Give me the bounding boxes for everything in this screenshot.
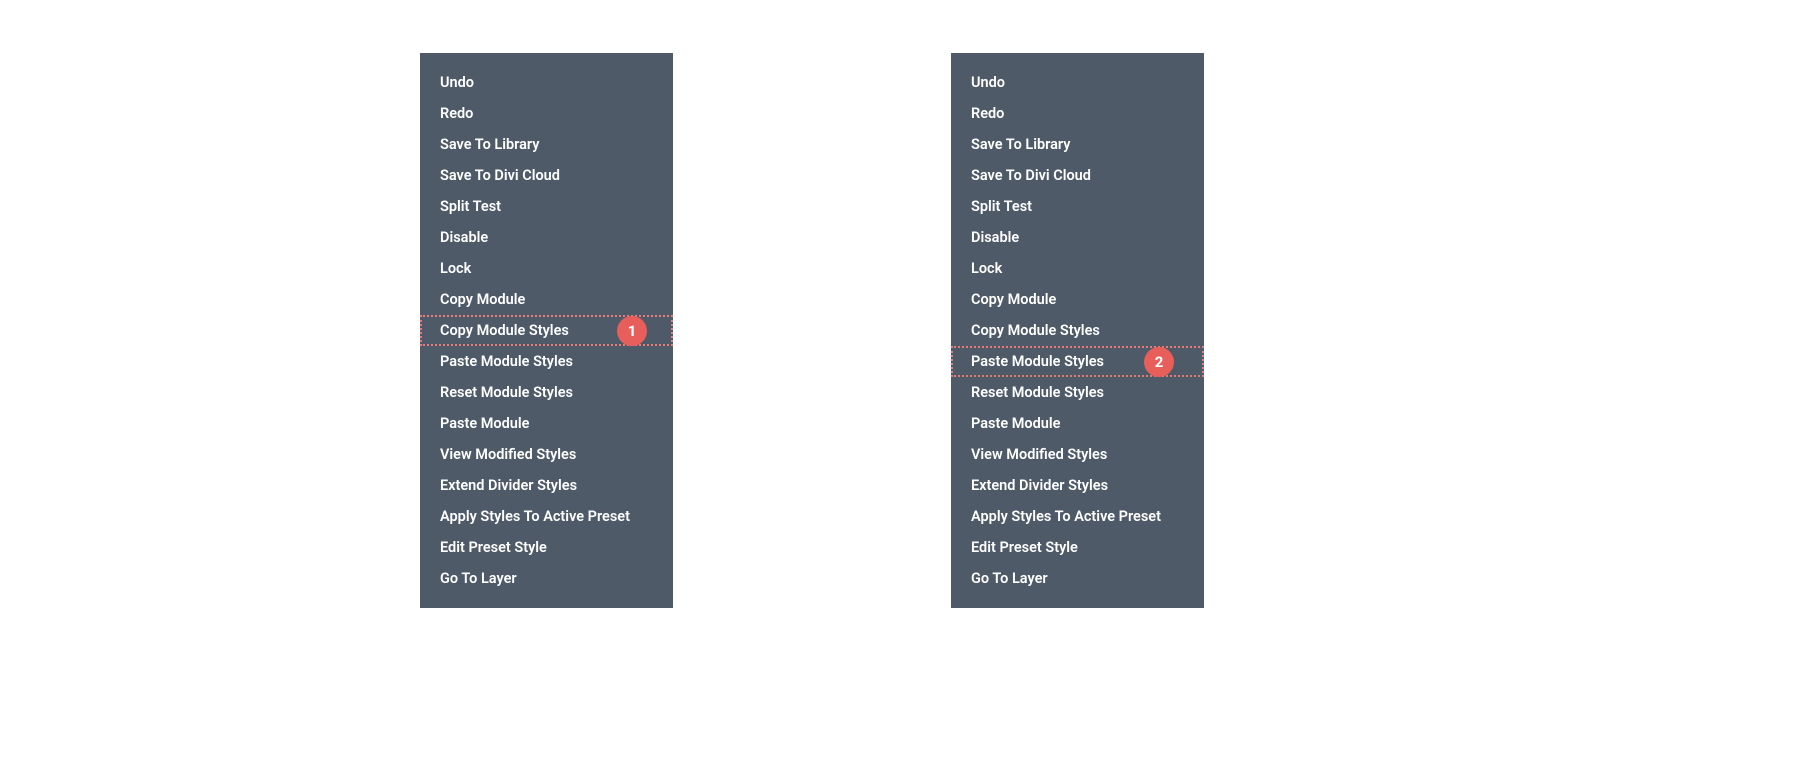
- menu-item-redo[interactable]: Redo: [951, 98, 1204, 129]
- menu-item-label: Disable: [440, 229, 488, 246]
- menu-item-disable[interactable]: Disable: [951, 222, 1204, 253]
- context-menu-right: Undo Redo Save To Library Save To Divi C…: [951, 53, 1204, 608]
- menu-item-label: Paste Module Styles: [971, 353, 1104, 370]
- menu-item-copy-module[interactable]: Copy Module: [951, 284, 1204, 315]
- menu-item-view-modified-styles[interactable]: View Modified Styles: [951, 439, 1204, 470]
- menu-item-apply-styles-active-preset[interactable]: Apply Styles To Active Preset: [951, 501, 1204, 532]
- menu-item-label: Save To Divi Cloud: [971, 167, 1091, 184]
- step-badge-2: 2: [1144, 347, 1174, 377]
- menu-item-lock[interactable]: Lock: [420, 253, 673, 284]
- menu-item-label: Apply Styles To Active Preset: [440, 508, 630, 525]
- menu-item-label: View Modified Styles: [440, 446, 576, 463]
- menu-item-label: Split Test: [971, 198, 1032, 215]
- menu-item-label: Reset Module Styles: [971, 384, 1104, 401]
- menu-item-paste-module[interactable]: Paste Module: [951, 408, 1204, 439]
- menu-item-lock[interactable]: Lock: [951, 253, 1204, 284]
- menu-item-label: Copy Module: [440, 291, 525, 308]
- menu-item-reset-module-styles[interactable]: Reset Module Styles: [951, 377, 1204, 408]
- menu-item-label: Go To Layer: [971, 570, 1048, 587]
- menu-item-redo[interactable]: Redo: [420, 98, 673, 129]
- menu-item-save-divi-cloud[interactable]: Save To Divi Cloud: [951, 160, 1204, 191]
- menu-item-label: Copy Module: [971, 291, 1056, 308]
- menu-item-label: Lock: [971, 260, 1002, 277]
- menu-item-label: Paste Module: [440, 415, 529, 432]
- menu-item-label: Copy Module Styles: [440, 322, 569, 339]
- menu-item-label: Apply Styles To Active Preset: [971, 508, 1161, 525]
- menu-item-save-library[interactable]: Save To Library: [420, 129, 673, 160]
- menu-item-go-to-layer[interactable]: Go To Layer: [951, 563, 1204, 594]
- menu-item-label: View Modified Styles: [971, 446, 1107, 463]
- menu-item-label: Paste Module Styles: [440, 353, 573, 370]
- menu-item-split-test[interactable]: Split Test: [420, 191, 673, 222]
- menu-item-go-to-layer[interactable]: Go To Layer: [420, 563, 673, 594]
- menu-item-edit-preset-style[interactable]: Edit Preset Style: [420, 532, 673, 563]
- step-badge-1: 1: [617, 316, 647, 346]
- menu-item-label: Go To Layer: [440, 570, 517, 587]
- menu-item-label: Undo: [440, 74, 474, 91]
- menu-item-label: Reset Module Styles: [440, 384, 573, 401]
- menu-item-label: Extend Divider Styles: [971, 477, 1108, 494]
- menu-item-label: Split Test: [440, 198, 501, 215]
- menu-item-label: Lock: [440, 260, 471, 277]
- menu-item-edit-preset-style[interactable]: Edit Preset Style: [951, 532, 1204, 563]
- menu-item-label: Redo: [971, 105, 1004, 122]
- menu-item-label: Redo: [440, 105, 473, 122]
- menu-item-extend-divider-styles[interactable]: Extend Divider Styles: [951, 470, 1204, 501]
- menu-item-reset-module-styles[interactable]: Reset Module Styles: [420, 377, 673, 408]
- menu-item-save-library[interactable]: Save To Library: [951, 129, 1204, 160]
- menu-item-apply-styles-active-preset[interactable]: Apply Styles To Active Preset: [420, 501, 673, 532]
- menu-item-save-divi-cloud[interactable]: Save To Divi Cloud: [420, 160, 673, 191]
- menu-item-paste-module-styles[interactable]: Paste Module Styles: [420, 346, 673, 377]
- context-menu-left: Undo Redo Save To Library Save To Divi C…: [420, 53, 673, 608]
- menu-item-label: Paste Module: [971, 415, 1060, 432]
- menu-item-copy-module[interactable]: Copy Module: [420, 284, 673, 315]
- menu-item-split-test[interactable]: Split Test: [951, 191, 1204, 222]
- menu-item-paste-module-styles[interactable]: Paste Module Styles 2: [951, 346, 1204, 377]
- menu-item-paste-module[interactable]: Paste Module: [420, 408, 673, 439]
- menu-item-label: Extend Divider Styles: [440, 477, 577, 494]
- menu-item-undo[interactable]: Undo: [420, 67, 673, 98]
- menu-item-label: Undo: [971, 74, 1005, 91]
- menu-item-disable[interactable]: Disable: [420, 222, 673, 253]
- menu-item-label: Save To Divi Cloud: [440, 167, 560, 184]
- menu-item-label: Save To Library: [971, 136, 1070, 153]
- menu-item-label: Edit Preset Style: [971, 539, 1078, 556]
- menu-item-label: Edit Preset Style: [440, 539, 547, 556]
- menu-item-copy-module-styles[interactable]: Copy Module Styles 1: [420, 315, 673, 346]
- menu-item-view-modified-styles[interactable]: View Modified Styles: [420, 439, 673, 470]
- menu-item-label: Disable: [971, 229, 1019, 246]
- menu-item-label: Copy Module Styles: [971, 322, 1100, 339]
- menu-item-label: Save To Library: [440, 136, 539, 153]
- menu-item-copy-module-styles[interactable]: Copy Module Styles: [951, 315, 1204, 346]
- menu-item-undo[interactable]: Undo: [951, 67, 1204, 98]
- menu-item-extend-divider-styles[interactable]: Extend Divider Styles: [420, 470, 673, 501]
